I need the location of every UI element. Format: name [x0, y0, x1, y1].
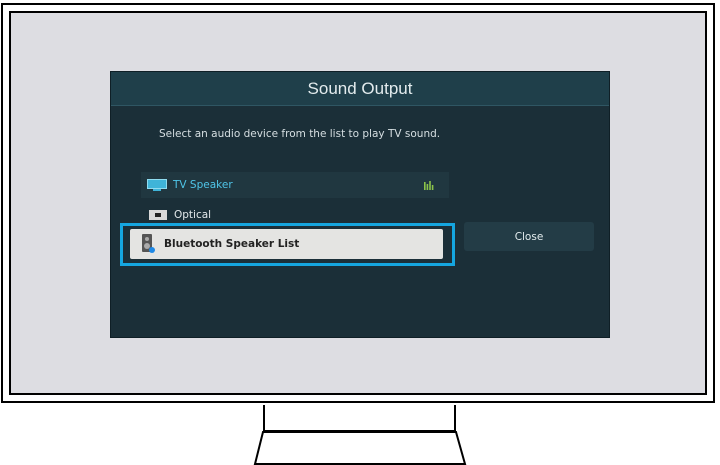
optical-icon	[149, 210, 167, 220]
device-label: TV Speaker	[173, 179, 233, 191]
tv-icon	[147, 179, 167, 191]
device-label: Bluetooth Speaker List	[164, 238, 300, 250]
device-item-bluetooth-speaker-list[interactable]: Bluetooth Speaker List	[130, 229, 443, 259]
device-item-tv-speaker[interactable]: TV Speaker	[141, 172, 449, 198]
sound-output-dialog: Sound Output Select an audio device from…	[110, 71, 610, 338]
close-button[interactable]: Close	[464, 222, 594, 251]
audio-level-icon	[424, 181, 434, 190]
bluetooth-speaker-icon	[142, 234, 155, 253]
dialog-subtitle: Select an audio device from the list to …	[159, 128, 441, 140]
dialog-header: Sound Output	[111, 72, 609, 106]
device-label: Optical	[174, 209, 212, 221]
dialog-title: Sound Output	[307, 78, 413, 98]
